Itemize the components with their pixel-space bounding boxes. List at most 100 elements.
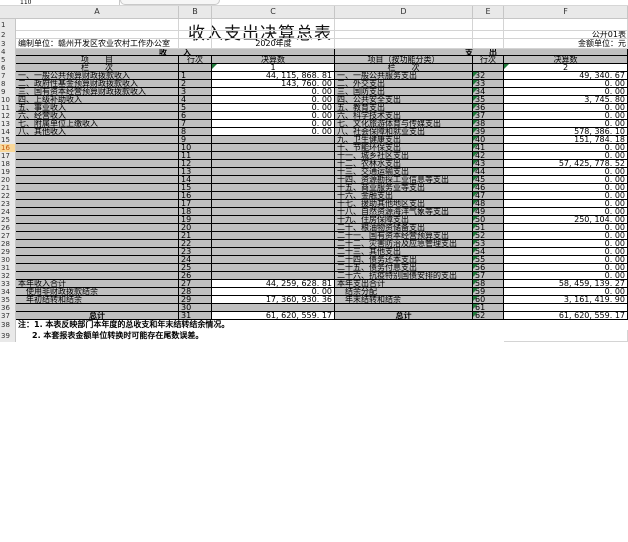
income-amount[interactable] (212, 160, 335, 168)
expense-amount[interactable]: 250, 104. 00 (504, 216, 628, 224)
row-header-25[interactable]: 25 (0, 216, 16, 224)
income-row-number[interactable]: 8 (179, 128, 212, 136)
income-row-number[interactable]: 15 (179, 184, 212, 192)
expense-row-number[interactable]: 53 (473, 240, 504, 248)
expense-amount[interactable]: 0. 00 (504, 200, 628, 208)
expense-amount[interactable]: 0. 00 (504, 80, 628, 88)
income-amount[interactable] (212, 168, 335, 176)
expense-row-number[interactable]: 48 (473, 200, 504, 208)
income-amount[interactable] (212, 176, 335, 184)
row-header-29[interactable]: 29 (0, 248, 16, 256)
income-item[interactable] (16, 248, 179, 256)
row-header-33[interactable]: 33 (0, 280, 16, 288)
expense-column-index[interactable]: 2 (504, 64, 628, 72)
expense-amount[interactable]: 0. 00 (504, 120, 628, 128)
expense-item[interactable]: 十二、农林水支出 (335, 160, 473, 168)
income-row-number[interactable]: 30 (179, 304, 212, 312)
expense-amount[interactable]: 0. 00 (504, 232, 628, 240)
expense-item[interactable]: 一、一般公共服务支出 (335, 72, 473, 80)
income-item[interactable]: 本年收入合计 (16, 280, 179, 288)
expense-row-number[interactable]: 44 (473, 168, 504, 176)
income-row-number[interactable]: 17 (179, 200, 212, 208)
income-row-number[interactable]: 19 (179, 216, 212, 224)
row-header-37[interactable]: 37 (0, 312, 16, 320)
expense-item[interactable]: 九、卫生健康支出 (335, 136, 473, 144)
row-header-35[interactable]: 35 (0, 296, 16, 304)
income-row-number[interactable]: 4 (179, 96, 212, 104)
grid-cell[interactable] (212, 19, 335, 31)
row-header-39[interactable]: 39 (0, 330, 16, 342)
income-item[interactable]: 三、国有资本经营预算财政拨款收入 (16, 88, 179, 96)
income-amount[interactable] (212, 304, 335, 312)
expense-item[interactable]: 四、公共安全支出 (335, 96, 473, 104)
income-row-number[interactable]: 23 (179, 248, 212, 256)
income-amount[interactable] (212, 144, 335, 152)
row-header-36[interactable]: 36 (0, 304, 16, 312)
income-item[interactable]: 使用非财政拨款结余 (16, 288, 179, 296)
grid-cell[interactable] (473, 31, 504, 39)
income-amount-header[interactable]: 决算数 (212, 56, 335, 64)
expense-amount[interactable]: 0. 00 (504, 192, 628, 200)
expense-item[interactable]: 十一、城乡社区支出 (335, 152, 473, 160)
income-row-number[interactable]: 29 (179, 296, 212, 304)
column-header-d[interactable]: D (335, 6, 473, 18)
expense-row-number[interactable]: 33 (473, 80, 504, 88)
row-header-28[interactable]: 28 (0, 240, 16, 248)
income-row-number[interactable]: 25 (179, 264, 212, 272)
expense-item[interactable]: 八、社会保障和就业支出 (335, 128, 473, 136)
income-item-header[interactable]: 项 目 (16, 56, 179, 64)
expense-row-number[interactable]: 62 (473, 312, 504, 320)
income-amount[interactable] (212, 192, 335, 200)
row-header-4[interactable]: 4 (0, 49, 16, 56)
row-header-7[interactable]: 7 (0, 72, 16, 80)
expense-row-number[interactable]: 35 (473, 96, 504, 104)
expense-row-header[interactable]: 行次 (473, 56, 504, 64)
income-amount[interactable] (212, 256, 335, 264)
expense-item[interactable]: 二十一、国有资本经营预算支出 (335, 232, 473, 240)
expense-item[interactable]: 二十三、其他支出 (335, 248, 473, 256)
income-item[interactable] (16, 256, 179, 264)
expense-row-number[interactable]: 55 (473, 256, 504, 264)
income-row-number[interactable]: 1 (179, 72, 212, 80)
expense-row-number[interactable]: 52 (473, 232, 504, 240)
note-1[interactable]: 注：1. 本表反映部门本年度的总收支和年末结转结余情况。 (16, 320, 504, 330)
expense-row-number[interactable]: 61 (473, 304, 504, 312)
row-header-10[interactable]: 10 (0, 96, 16, 104)
grid-cell[interactable] (335, 39, 473, 49)
income-row-number[interactable]: 5 (179, 104, 212, 112)
income-row-number[interactable]: 28 (179, 288, 212, 296)
expense-item[interactable]: 十六、金融支出 (335, 192, 473, 200)
income-row-number[interactable]: 27 (179, 280, 212, 288)
income-item[interactable]: 四、上级补助收入 (16, 96, 179, 104)
expense-amount[interactable]: 0. 00 (504, 104, 628, 112)
expense-amount[interactable]: 0. 00 (504, 288, 628, 296)
expense-item[interactable]: 十五、商业服务业等支出 (335, 184, 473, 192)
expense-row-number[interactable]: 36 (473, 104, 504, 112)
income-item[interactable] (16, 224, 179, 232)
row-header-24[interactable]: 24 (0, 208, 16, 216)
income-amount[interactable]: 0. 00 (212, 96, 335, 104)
expense-row-number[interactable]: 60 (473, 296, 504, 304)
income-amount[interactable]: 0. 00 (212, 88, 335, 96)
income-item[interactable]: 一、一般公共预算财政拨款收入 (16, 72, 179, 80)
income-amount[interactable]: 0. 00 (212, 104, 335, 112)
column-header-a[interactable]: A (16, 6, 179, 18)
expense-row-number[interactable]: 58 (473, 280, 504, 288)
income-row-number[interactable]: 7 (179, 120, 212, 128)
income-row-number[interactable]: 20 (179, 224, 212, 232)
income-item[interactable] (16, 240, 179, 248)
row-header-12[interactable]: 12 (0, 112, 16, 120)
expense-amount[interactable]: 0. 00 (504, 272, 628, 280)
expense-row-number[interactable]: 45 (473, 176, 504, 184)
expense-item[interactable]: 十、节能环保支出 (335, 144, 473, 152)
grid-cell[interactable] (335, 19, 473, 31)
expense-item[interactable]: 二十、粮油物资储备支出 (335, 224, 473, 232)
expense-amount[interactable]: 0. 00 (504, 264, 628, 272)
expense-item[interactable]: 五、教育支出 (335, 104, 473, 112)
income-amount[interactable]: 143, 760. 00 (212, 80, 335, 88)
income-row-number[interactable]: 16 (179, 192, 212, 200)
income-column-index-blank[interactable] (179, 64, 212, 72)
grid-cell[interactable] (504, 330, 628, 342)
expense-row-number[interactable]: 38 (473, 120, 504, 128)
column-header-f[interactable]: F (504, 6, 628, 18)
